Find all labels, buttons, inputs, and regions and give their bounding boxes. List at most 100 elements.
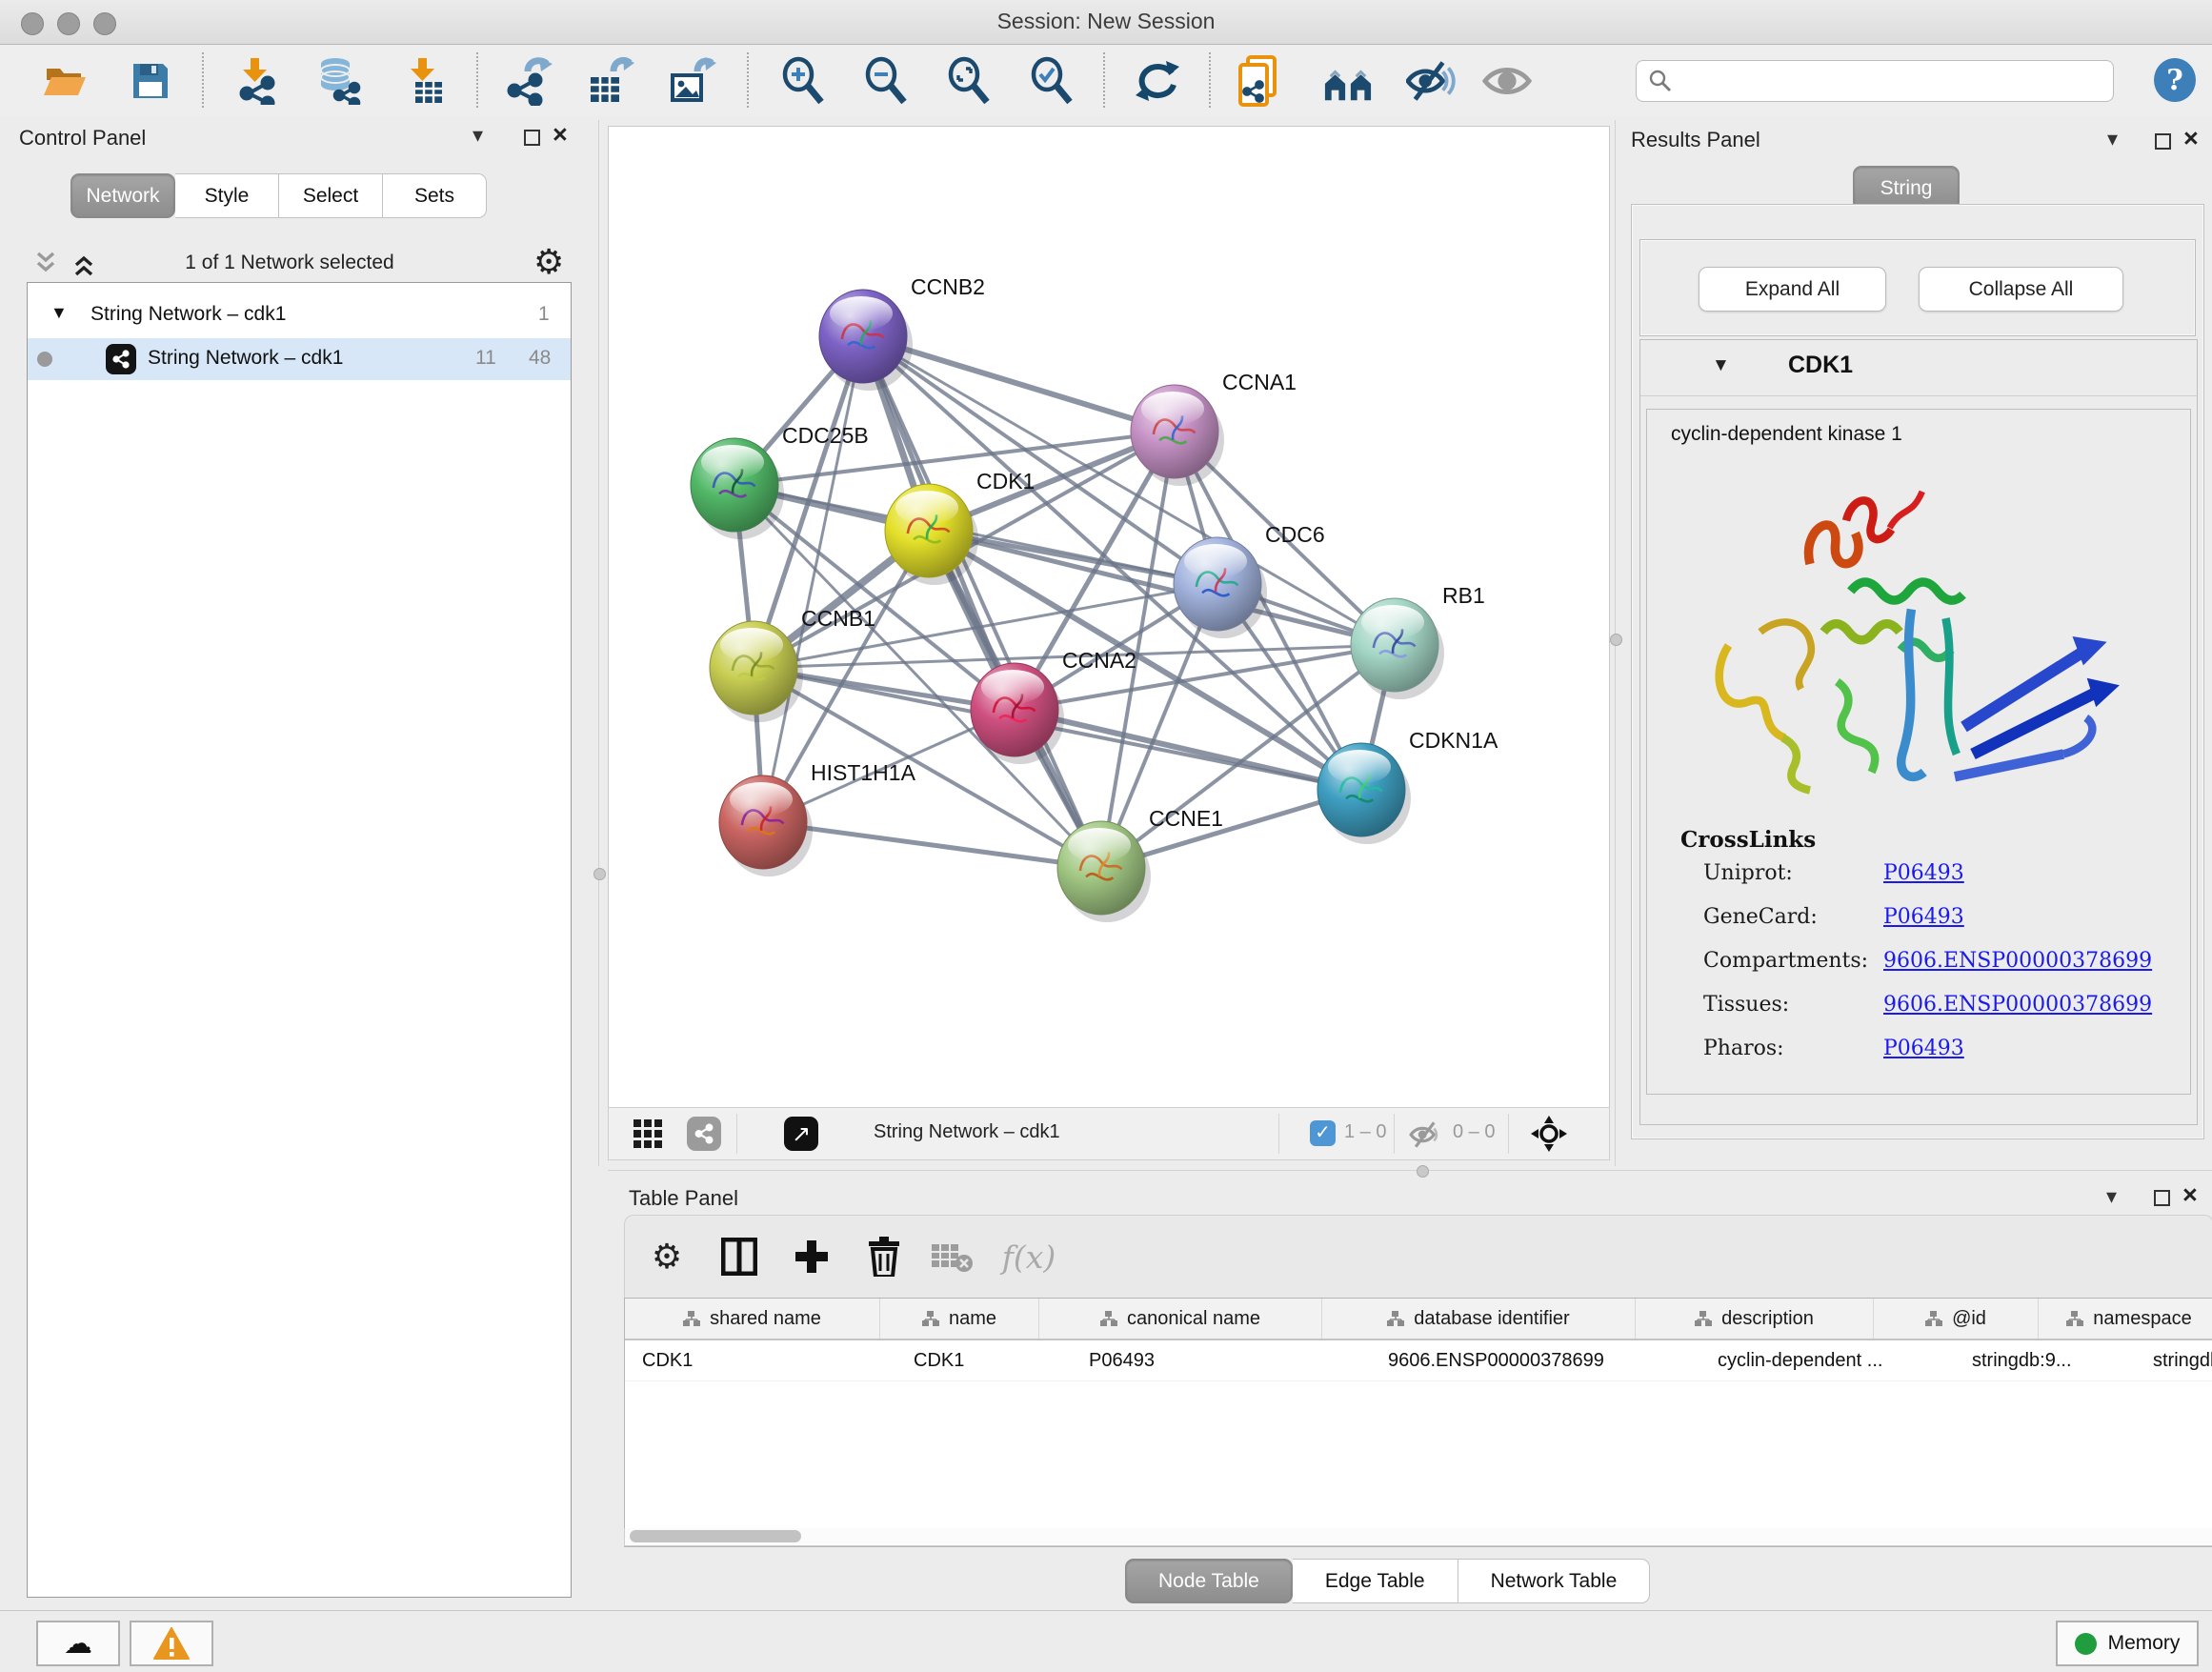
zoom-in-icon[interactable] — [778, 58, 828, 104]
search-input[interactable] — [1680, 70, 2103, 93]
import-network-from-database-icon[interactable] — [312, 58, 362, 104]
clone-network-icon[interactable] — [1235, 58, 1284, 104]
search-field[interactable] — [1636, 60, 2114, 102]
network-edge[interactable] — [1015, 710, 1361, 790]
export-table-icon[interactable] — [585, 58, 634, 104]
table-cell[interactable]: stringdb:9... — [1955, 1340, 2136, 1380]
column-header-name[interactable]: name — [880, 1299, 1039, 1339]
selected-checkbox-icon[interactable]: ✓ — [1310, 1120, 1336, 1146]
bottom-splitter[interactable] — [608, 1170, 2212, 1171]
collapse-section-icon[interactable]: ▼ — [1712, 355, 1730, 376]
network-node-ccna1[interactable]: CCNA1 — [1131, 370, 1297, 486]
panel-close-icon[interactable]: × — [2182, 1180, 2198, 1210]
column-header-canonicalname[interactable]: canonical name — [1039, 1299, 1322, 1339]
bottom-splitter-handle[interactable] — [1417, 1165, 1429, 1178]
cloud-button[interactable]: ☁ — [36, 1621, 120, 1666]
fit-content-icon[interactable] — [944, 58, 994, 104]
import-network-from-file-icon[interactable] — [231, 58, 280, 104]
expand-all-button[interactable]: Expand All — [1699, 267, 1886, 312]
gene-header-row[interactable]: ▼ CDK1 — [1640, 340, 2197, 396]
panel-close-icon[interactable]: × — [553, 120, 568, 150]
table-cell[interactable]: 9606.ENSP00000378699 — [1371, 1340, 1700, 1380]
panel-float-icon[interactable] — [2155, 133, 2171, 150]
network-node-cdkn1a[interactable]: CDKN1A — [1317, 728, 1498, 844]
crosslink-link[interactable]: P06493 — [1883, 1037, 1964, 1060]
delete-table-icon[interactable] — [926, 1233, 979, 1280]
table-cell[interactable]: CDK1 — [896, 1340, 1072, 1380]
scrollbar-thumb[interactable] — [630, 1530, 801, 1542]
crosslink-link[interactable]: 9606.ENSP00000378699 — [1883, 993, 2152, 1017]
network-node-rb1[interactable]: RB1 — [1351, 583, 1485, 699]
memory-button[interactable]: Memory — [2056, 1621, 2199, 1666]
table-cell[interactable]: CDK1 — [625, 1340, 896, 1380]
network-view-toolbar: ↗ String Network – cdk1 ✓ 1 – 0 0 – 0 — [608, 1107, 1610, 1160]
tab-network-table[interactable]: Network Table — [1458, 1559, 1651, 1603]
network-edge[interactable] — [929, 531, 1395, 645]
hide-selected-icon[interactable] — [1406, 58, 1456, 104]
select-columns-icon[interactable] — [713, 1233, 766, 1280]
function-builder-icon[interactable]: f(x) — [1002, 1233, 1056, 1280]
table-row[interactable]: CDK1CDK1P064939606.ENSP00000378699cyclin… — [625, 1340, 2212, 1381]
network-row[interactable]: String Network – cdk1 11 48 — [28, 338, 571, 380]
tab-network[interactable]: Network — [70, 173, 175, 218]
table-cell[interactable]: cyclin-dependent ... — [1700, 1340, 1955, 1380]
birds-eye-view-icon[interactable] — [1531, 1116, 1567, 1152]
crosslink-link[interactable]: P06493 — [1883, 905, 1964, 929]
gear-icon[interactable]: ⚙ — [533, 242, 564, 282]
left-splitter-handle[interactable] — [593, 868, 606, 880]
column-header-description[interactable]: description — [1636, 1299, 1874, 1339]
network-edge[interactable] — [763, 822, 1101, 868]
open-session-icon[interactable] — [40, 58, 90, 104]
table-cell[interactable]: stringdb — [2136, 1340, 2212, 1380]
network-node-ccnb2[interactable]: CCNB2 — [819, 274, 985, 391]
network-canvas[interactable]: CCNB2CCNA1CDC25BCDK1CDC6RB1CCNB1CCNA2CDK… — [608, 126, 1610, 1109]
network-node-cdk1[interactable]: CDK1 — [885, 469, 1035, 585]
column-header-databaseidentifier[interactable]: database identifier — [1322, 1299, 1636, 1339]
right-splitter-handle[interactable] — [1610, 634, 1622, 646]
add-column-icon[interactable] — [785, 1233, 838, 1280]
zoom-selected-icon[interactable] — [1027, 58, 1076, 104]
export-image-icon[interactable] — [667, 58, 716, 104]
panel-menu-icon[interactable]: ▾ — [2107, 127, 2118, 151]
group-nodes-icon[interactable] — [1323, 58, 1373, 104]
save-session-icon[interactable] — [126, 58, 175, 104]
collapse-all-button[interactable]: Collapse All — [1919, 267, 2123, 312]
delete-column-trash-icon[interactable] — [857, 1233, 911, 1280]
tab-select[interactable]: Select — [279, 173, 383, 218]
expander-icon[interactable]: ▼ — [50, 303, 68, 323]
panel-float-icon[interactable] — [2154, 1190, 2170, 1206]
open-in-new-window-icon[interactable]: ↗ — [784, 1117, 818, 1151]
network-edge[interactable] — [863, 336, 1101, 868]
table-cell[interactable]: P06493 — [1072, 1340, 1371, 1380]
column-header-id[interactable]: @id — [1874, 1299, 2039, 1339]
panel-menu-icon[interactable]: ▾ — [2106, 1184, 2117, 1209]
panel-float-icon[interactable] — [524, 130, 540, 146]
tab-style[interactable]: Style — [175, 173, 279, 218]
grid-view-icon[interactable] — [633, 1119, 662, 1148]
tab-sets[interactable]: Sets — [383, 173, 487, 218]
network-icon[interactable] — [687, 1117, 721, 1151]
apply-preferred-layout-icon[interactable] — [1133, 58, 1182, 104]
table-horizontal-scrollbar[interactable] — [624, 1528, 2212, 1546]
tab-node-table[interactable]: Node Table — [1125, 1559, 1293, 1603]
column-header-namespace[interactable]: namespace — [2039, 1299, 2212, 1339]
export-network-icon[interactable] — [503, 58, 553, 104]
zoom-out-icon[interactable] — [861, 58, 911, 104]
crosslink-link[interactable]: 9606.ENSP00000378699 — [1883, 949, 2152, 973]
help-button[interactable]: ? — [2154, 58, 2196, 102]
panel-menu-icon[interactable]: ▾ — [473, 123, 483, 148]
panel-close-icon[interactable]: × — [2183, 124, 2199, 153]
results-panel-tab-string[interactable]: String — [1853, 166, 1960, 209]
import-table-from-file-icon[interactable] — [398, 58, 448, 104]
network-collection-row[interactable]: ▼ String Network – cdk1 1 — [28, 294, 571, 336]
left-splitter[interactable] — [598, 120, 599, 1166]
network-node-hist1h1a[interactable]: HIST1H1A — [719, 760, 916, 876]
column-header-sharedname[interactable]: shared name — [625, 1299, 880, 1339]
network-edge[interactable] — [763, 336, 863, 822]
warnings-button[interactable] — [130, 1621, 213, 1666]
tab-edge-table[interactable]: Edge Table — [1293, 1559, 1458, 1603]
table-settings-gear-icon[interactable]: ⚙ — [640, 1233, 694, 1280]
show-all-icon[interactable] — [1482, 58, 1532, 104]
crosslink-label: Uniprot: — [1703, 861, 1793, 885]
crosslink-link[interactable]: P06493 — [1883, 861, 1964, 885]
